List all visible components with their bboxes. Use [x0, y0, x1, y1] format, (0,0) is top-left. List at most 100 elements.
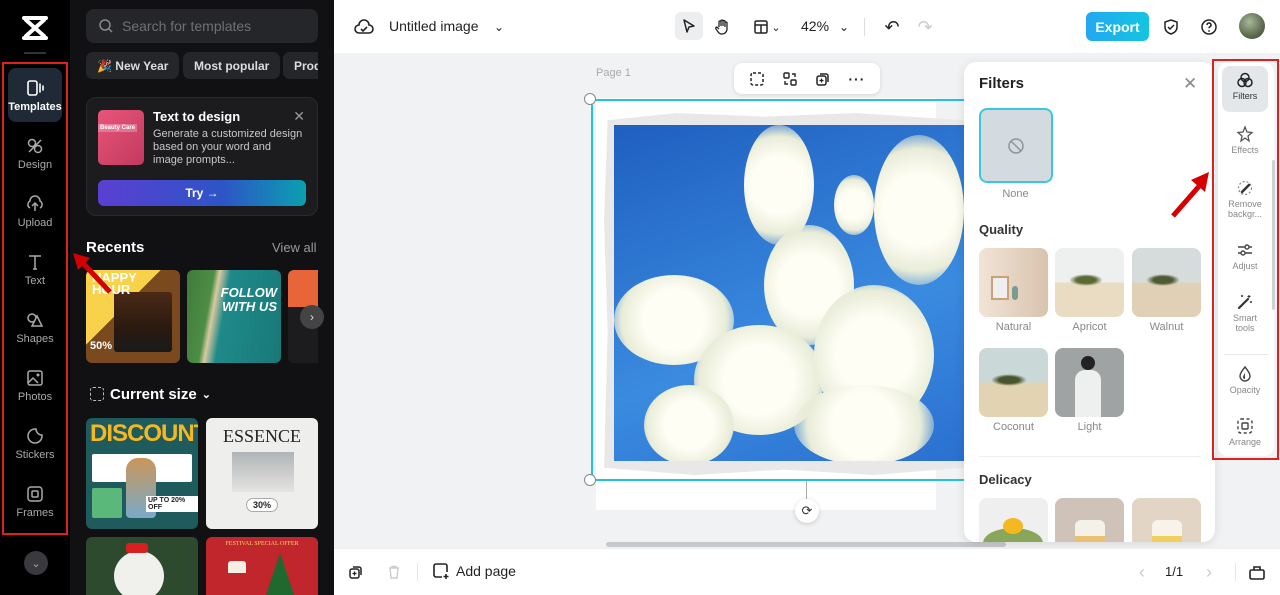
text-to-design-description: Generate a customized design based on yo…: [153, 128, 303, 166]
rail-item-templates[interactable]: Templates: [8, 68, 62, 122]
hand-tool-button[interactable]: [710, 14, 736, 40]
replace-icon[interactable]: [782, 71, 798, 87]
tool-filters[interactable]: Filters: [1222, 66, 1268, 112]
close-icon[interactable]: ✕: [293, 108, 305, 125]
rail-item-stickers[interactable]: Stickers: [8, 416, 62, 470]
chevron-down-icon[interactable]: ⌄: [768, 14, 784, 40]
template-essence[interactable]: ESSENCE 30%: [206, 418, 318, 529]
chevron-down-icon[interactable]: ⌄: [486, 14, 512, 40]
tool-effects[interactable]: Effects: [1222, 120, 1268, 160]
filter-thumb-palms: [1146, 274, 1180, 286]
rotate-stem: [806, 481, 807, 499]
rail-more-button[interactable]: ⌄: [24, 551, 48, 575]
resize-handle-bottom-left[interactable]: [584, 474, 596, 486]
filter-walnut[interactable]: [1132, 248, 1201, 317]
zoom-chevron-down-icon[interactable]: ⌄: [836, 14, 852, 40]
bottom-divider: [1235, 563, 1236, 581]
template-festival[interactable]: FESTIVAL SPECIAL OFFER: [206, 537, 318, 595]
select-tool-button[interactable]: [675, 12, 703, 40]
filter-coconut[interactable]: [979, 348, 1048, 417]
export-button[interactable]: Export: [1086, 12, 1149, 41]
rail-item-shapes[interactable]: Shapes: [8, 300, 62, 354]
tool-opacity[interactable]: Opacity: [1222, 360, 1268, 400]
close-icon[interactable]: ✕: [1183, 74, 1197, 94]
tool-adjust[interactable]: Adjust: [1222, 236, 1268, 276]
tool-label: Opacity: [1229, 385, 1261, 395]
filter-delicacy-2[interactable]: [1055, 498, 1124, 542]
template-subtitle: 30%: [246, 498, 279, 512]
section-title-quality: Quality: [979, 222, 1024, 237]
zoom-level[interactable]: 42%: [801, 18, 829, 34]
recent-template-1[interactable]: HAPPY HOUR 50%: [86, 270, 180, 363]
right-toolbar: Filters Effects Remove backgr... Adjust …: [1218, 62, 1274, 456]
shield-button[interactable]: [1158, 14, 1184, 40]
current-size-dropdown[interactable]: Current size ⌄: [110, 386, 211, 403]
filter-delicacy-3[interactable]: [1132, 498, 1201, 542]
cloud-save-icon[interactable]: [351, 14, 377, 40]
horizontal-scrollbar[interactable]: [606, 542, 1006, 547]
add-page-icon: [433, 563, 449, 579]
undo-button[interactable]: ↶: [879, 14, 905, 40]
crop-select-icon[interactable]: [749, 71, 765, 87]
resize-handle-top-left[interactable]: [584, 93, 596, 105]
user-avatar[interactable]: [1239, 13, 1265, 39]
view-all-link[interactable]: View all: [272, 240, 317, 255]
add-page-button[interactable]: Add page: [432, 562, 516, 580]
rail-item-text[interactable]: Text: [8, 242, 62, 296]
add-page-label: Add page: [456, 563, 516, 579]
opacity-drop-icon: [1239, 365, 1251, 382]
previous-page-button[interactable]: ‹: [1129, 559, 1155, 585]
filter-thumb-frame: [991, 276, 1009, 300]
template-title: FESTIVAL SPECIAL OFFER: [225, 541, 299, 547]
tool-remove-background[interactable]: Remove backgr...: [1222, 174, 1268, 224]
tool-smart-tools[interactable]: Smart tools: [1222, 288, 1268, 338]
toolbar-divider: [1224, 354, 1268, 355]
filter-label: Apricot: [1072, 321, 1107, 333]
chevron-right-icon: ›: [1206, 561, 1212, 582]
filter-apricot[interactable]: [1055, 248, 1124, 317]
search-input[interactable]: [122, 18, 302, 34]
tool-label: Filters: [1232, 91, 1258, 101]
rail-item-design[interactable]: Design: [8, 126, 62, 180]
duplicate-page-icon: [349, 566, 362, 579]
document-title[interactable]: Untitled image: [389, 18, 479, 34]
rotate-handle[interactable]: ⟳: [795, 499, 819, 523]
chip-most-popular[interactable]: Most popular: [183, 52, 281, 79]
template-discount[interactable]: DISCOUNT UP TO 20% OFF: [86, 418, 198, 529]
help-button[interactable]: [1196, 14, 1222, 40]
duplicate-icon[interactable]: [815, 71, 831, 87]
template-photo: [114, 292, 172, 352]
filter-natural[interactable]: [979, 248, 1048, 317]
no-filter-icon: [1008, 137, 1024, 154]
search-box[interactable]: [86, 9, 318, 43]
try-button[interactable]: Try →: [98, 180, 306, 206]
rail-item-upload[interactable]: Upload: [8, 184, 62, 238]
redo-button[interactable]: ↷: [912, 14, 938, 40]
rail-label: Frames: [16, 506, 54, 519]
right-toolbar-scrollbar[interactable]: [1272, 160, 1275, 310]
chip-product[interactable]: Product: [283, 52, 318, 79]
rail-label: Design: [17, 158, 53, 171]
chip-new-year[interactable]: 🎉 New Year: [86, 52, 180, 79]
tool-label: Effects: [1231, 145, 1259, 155]
tool-arrange[interactable]: Arrange: [1222, 412, 1268, 452]
recent-template-2[interactable]: FOLLOW WITH US: [187, 270, 281, 363]
recents-next-button[interactable]: ›: [300, 305, 324, 329]
duplicate-page-button[interactable]: [343, 559, 369, 585]
page-manager-button[interactable]: [1244, 559, 1270, 585]
filter-none[interactable]: [979, 108, 1053, 183]
next-page-button[interactable]: ›: [1196, 559, 1222, 585]
template-bow: [126, 543, 148, 553]
arrange-icon: [1237, 418, 1253, 434]
more-options-icon[interactable]: ···: [848, 71, 865, 87]
page-indicator: 1/1: [1165, 564, 1184, 579]
text-to-design-title: Text to design: [153, 109, 241, 124]
delete-page-button[interactable]: [381, 559, 407, 585]
rail-item-frames[interactable]: Frames: [8, 474, 62, 528]
filter-delicacy-1[interactable]: [979, 498, 1048, 542]
capcut-logo[interactable]: [20, 14, 50, 42]
rail-item-photos[interactable]: Photos: [8, 358, 62, 412]
filter-light[interactable]: [1055, 348, 1124, 417]
redo-icon: ↷: [917, 16, 933, 37]
template-christmas-1[interactable]: [86, 537, 198, 595]
